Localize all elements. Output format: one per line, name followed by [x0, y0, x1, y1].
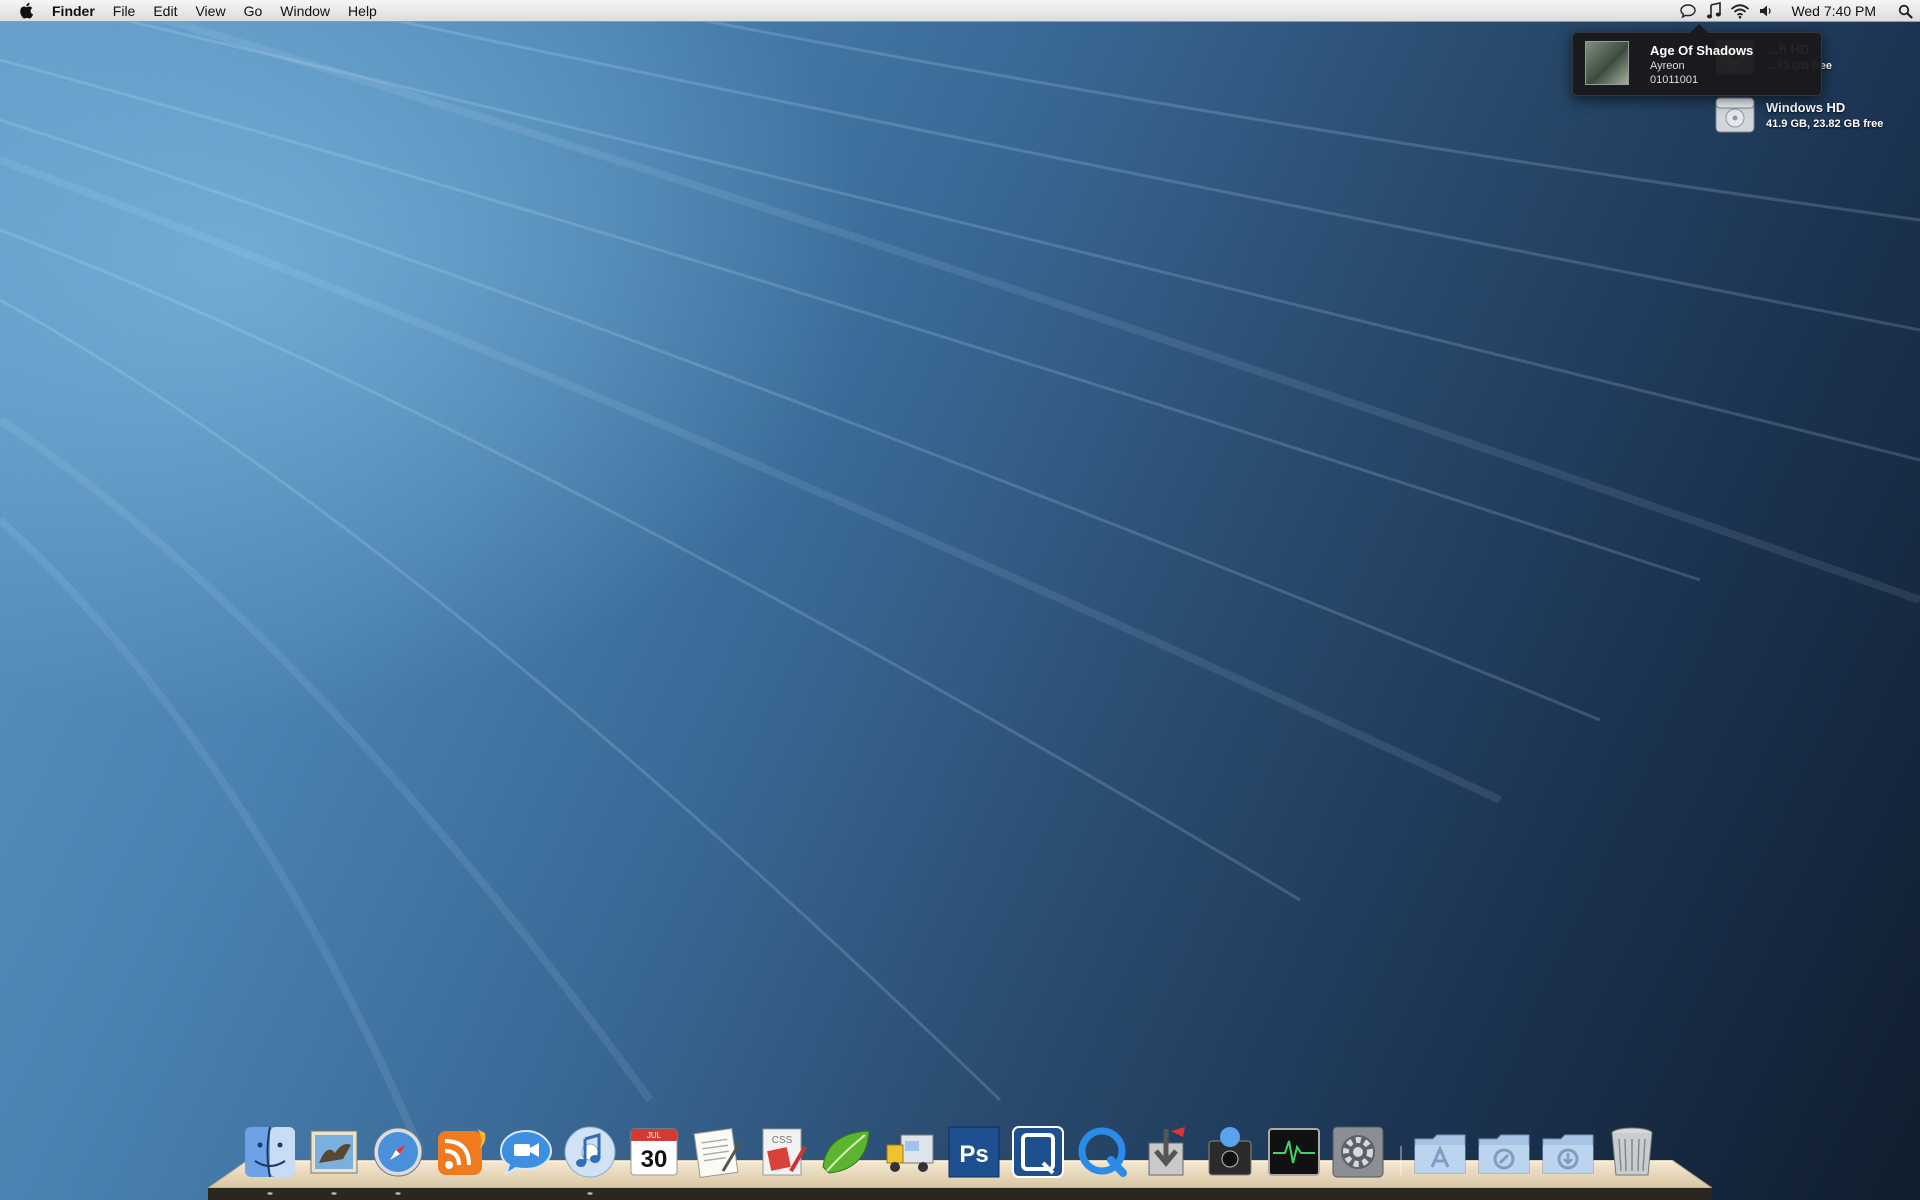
dock-textedit-icon[interactable] [688, 1122, 748, 1182]
svg-text:30: 30 [641, 1146, 668, 1173]
volume-icon[interactable] [1753, 0, 1779, 22]
dock-transmit-icon[interactable] [880, 1122, 940, 1182]
popup-pointer [1690, 24, 1708, 33]
wifi-icon[interactable] [1727, 0, 1753, 22]
drive-info: 41.9 GB, 23.82 GB free [1766, 118, 1884, 130]
menu-go[interactable]: Go [235, 0, 272, 22]
dock-ichat-icon[interactable] [496, 1122, 556, 1182]
menu-help[interactable]: Help [339, 0, 386, 22]
running-indicator [267, 1192, 273, 1195]
drive-name: Windows HD [1766, 100, 1846, 115]
menu-file[interactable]: File [104, 0, 145, 22]
dock-photoshop-icon[interactable]: Ps [944, 1122, 1004, 1182]
menu-view[interactable]: View [186, 0, 234, 22]
dock-separator [1392, 1122, 1410, 1182]
dock-itunes-icon[interactable] [560, 1122, 620, 1182]
running-indicator [331, 1192, 337, 1195]
menu-window[interactable]: Window [271, 0, 339, 22]
desktop-drive-windows-hd[interactable]: Windows HD 41.9 GB, 23.82 GB free [1712, 92, 1883, 138]
svg-text:CSS: CSS [772, 1135, 793, 1146]
running-indicator [587, 1192, 593, 1195]
album-art [1585, 41, 1629, 85]
dock-finder-icon[interactable] [240, 1122, 300, 1182]
dock-rss-icon[interactable] [432, 1122, 492, 1182]
now-playing-artist: Ayreon [1650, 60, 1685, 72]
dock-cssedit-icon[interactable]: CSS [752, 1122, 812, 1182]
desktop: Finder File Edit View Go Window Help Wed… [0, 0, 1920, 1200]
running-indicator [395, 1192, 401, 1195]
now-playing-popup[interactable]: Age Of Shadows Ayreon 01011001 [1572, 24, 1822, 96]
music-note-icon[interactable] [1701, 0, 1727, 22]
svg-text:JUL: JUL [647, 1131, 662, 1140]
dock-safari-icon[interactable] [368, 1122, 428, 1182]
wallpaper-streaks [0, 0, 1920, 1152]
menu-extras: Wed 7:40 PM [1675, 0, 1920, 22]
menu-finder[interactable]: Finder [44, 0, 104, 22]
dock-trash-icon[interactable] [1602, 1122, 1662, 1182]
dock-quicktime-icon[interactable] [1072, 1122, 1132, 1182]
hard-drive-icon [1715, 97, 1755, 133]
menu-bar: Finder File Edit View Go Window Help Wed… [0, 0, 1920, 22]
dock-coda-icon[interactable] [816, 1122, 876, 1182]
apple-menu-icon[interactable] [8, 0, 44, 22]
dock-quicksilver-icon[interactable] [1008, 1122, 1068, 1182]
dock-acquisition-icon[interactable] [1200, 1122, 1260, 1182]
dock-mail-icon[interactable] [304, 1122, 364, 1182]
chat-icon[interactable] [1675, 0, 1701, 22]
dock-documents-folder-icon[interactable] [1474, 1122, 1534, 1182]
dock-activity-monitor-icon[interactable] [1264, 1122, 1324, 1182]
svg-text:Ps: Ps [959, 1141, 988, 1168]
dock-applications-folder-icon[interactable] [1410, 1122, 1470, 1182]
spotlight-search-icon[interactable] [1890, 0, 1920, 22]
now-playing-track: Age Of Shadows [1650, 43, 1754, 58]
dock-icons: JUL 30 CSS Ps [240, 1122, 1666, 1182]
dock-installer-icon[interactable] [1136, 1122, 1196, 1182]
menu-edit[interactable]: Edit [144, 0, 186, 22]
menu-clock[interactable]: Wed 7:40 PM [1779, 0, 1890, 22]
dock-system-preferences-icon[interactable] [1328, 1122, 1388, 1182]
dock-downloads-folder-icon[interactable] [1538, 1122, 1598, 1182]
dock-ical-icon[interactable]: JUL 30 [624, 1122, 684, 1182]
now-playing-album: 01011001 [1650, 74, 1699, 86]
